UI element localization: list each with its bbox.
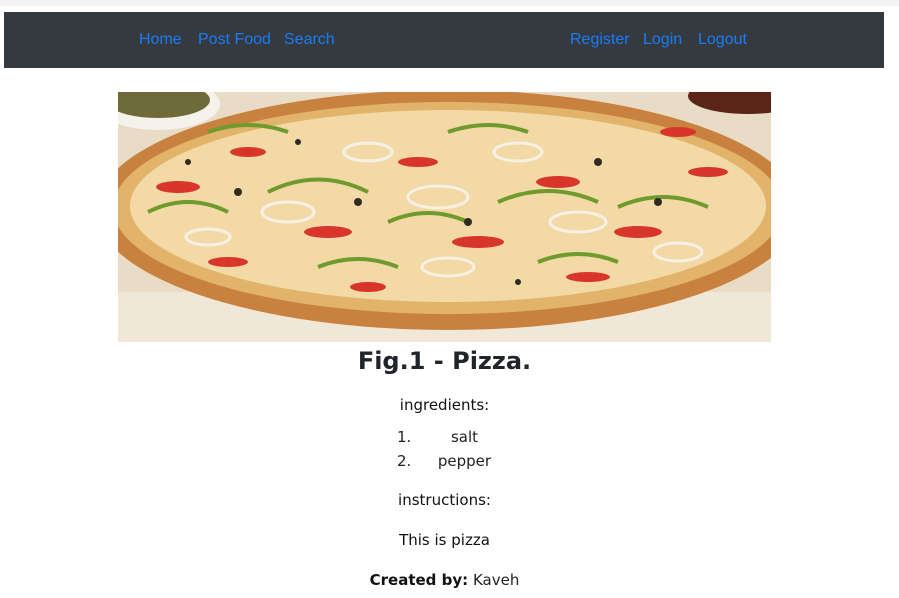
list-item: 1. salt (397, 426, 497, 450)
ingredients-list: 1. salt 2. pepper (397, 426, 497, 474)
nav-search-link[interactable]: Search (284, 31, 335, 49)
ingredients-heading: ingredients: (399, 396, 490, 414)
navbar: Home Post Food Search Register Login Log… (4, 12, 884, 68)
list-item-number: 1. (397, 428, 412, 446)
nav-login-link[interactable]: Login (643, 31, 682, 49)
instructions-text: This is pizza (399, 531, 490, 549)
created-by: Created by: Kaveh (0, 570, 889, 590)
list-item-number: 2. (397, 452, 412, 470)
list-item-text: salt (450, 428, 479, 446)
pizza-illustration (118, 92, 771, 342)
instructions-heading: instructions: (398, 491, 491, 509)
nav-home-link[interactable]: Home (139, 31, 182, 49)
list-item-text: pepper (437, 452, 492, 470)
nav-logout-link[interactable]: Logout (698, 31, 747, 49)
created-by-value: Kaveh (472, 571, 520, 589)
nav-post-food-link[interactable]: Post Food (198, 31, 271, 49)
created-by-label: Created by: (369, 571, 469, 589)
figure-caption: Fig.1 - Pizza. (357, 347, 532, 375)
browser-top-strip (0, 0, 899, 12)
list-item: 2. pepper (397, 450, 497, 474)
nav-register-link[interactable]: Register (570, 31, 630, 49)
pizza-image (118, 92, 771, 342)
